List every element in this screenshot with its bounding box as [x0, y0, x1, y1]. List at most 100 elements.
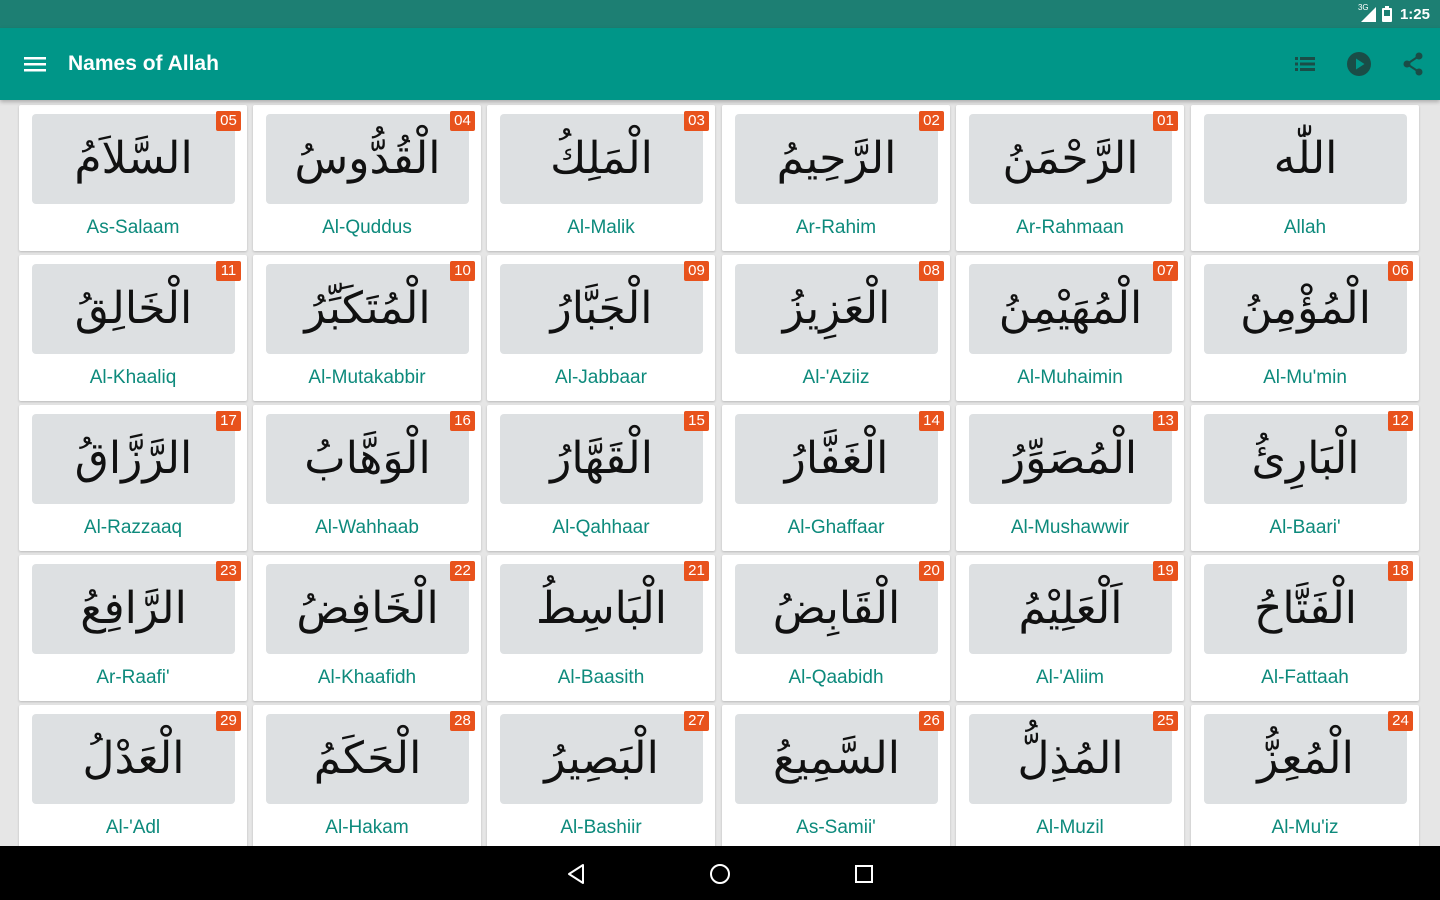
arabic-name: الْوَهَّابُ [304, 433, 431, 484]
transliteration: Ar-Rahim [795, 217, 877, 238]
arabic-name: اللّٰه [1273, 133, 1338, 184]
arabic-name: اَلْعَلِيْمُ [1018, 583, 1123, 634]
transliteration: As-Samii' [796, 817, 876, 838]
name-number-badge: 27 [684, 711, 709, 731]
transliteration: Al-Bashiir [560, 817, 642, 838]
arabic-name-panel: الْعَزِيزُ [735, 264, 938, 354]
transliteration: Ar-Rahmaan [1016, 217, 1124, 238]
name-card[interactable]: الْفَتَّاحُ 18 Al-Fattaah [1191, 555, 1419, 701]
transliteration: Al-Mutakabbir [308, 367, 426, 388]
transliteration: Al-'Adl [105, 817, 161, 838]
name-card[interactable]: الْجَبَّارُ 09 Al-Jabbaar [487, 255, 715, 401]
arabic-name-panel: الْوَهَّابُ [266, 414, 469, 504]
arabic-name: الْخَالِقُ [74, 283, 193, 334]
arabic-name: الْجَبَّارُ [550, 283, 653, 334]
name-number-badge: 21 [684, 561, 709, 581]
name-number-badge: 12 [1388, 411, 1413, 431]
name-card[interactable]: الْمُعِزُّ 24 Al-Mu'iz [1191, 705, 1419, 846]
name-number-badge: 07 [1153, 261, 1178, 281]
arabic-name-panel: الْفَتَّاحُ [1204, 564, 1407, 654]
arabic-name: الْمُعِزُّ [1257, 733, 1354, 784]
transliteration: Al-'Aziiz [802, 367, 870, 388]
arabic-name: الْبَاسِطُ [536, 583, 667, 634]
name-card[interactable]: الْبَارِئُ 12 Al-Baari' [1191, 405, 1419, 551]
name-card[interactable]: اَلْعَلِيْمُ 19 Al-'Aliim [956, 555, 1184, 701]
arabic-name: الْمُؤْمِنُ [1240, 283, 1371, 334]
name-number-badge: 14 [919, 411, 944, 431]
arabic-name-panel: الرَّافِعُ [32, 564, 235, 654]
home-icon[interactable] [706, 860, 734, 888]
name-card[interactable]: الْحَكَمُ 28 Al-Hakam [253, 705, 481, 846]
arabic-name-panel: الرَّحِيمُ [735, 114, 938, 204]
name-card[interactable]: السَّلاَمُ 05 As-Salaam [19, 105, 247, 251]
name-number-badge: 04 [450, 111, 475, 131]
arabic-name: الرَّزَّاقُ [74, 433, 193, 484]
transliteration: Al-Muzil [1036, 817, 1104, 838]
name-card[interactable]: الْخَالِقُ 11 Al-Khaaliq [19, 255, 247, 401]
name-card[interactable]: الْمُصَوِّرُ 13 Al-Mushawwir [956, 405, 1184, 551]
name-card[interactable]: الرَّزَّاقُ 17 Al-Razzaaq [19, 405, 247, 551]
transliteration: Al-Khaafidh [317, 667, 417, 688]
name-number-badge: 06 [1388, 261, 1413, 281]
name-card[interactable]: الْمُتَكَبِّرُ 10 Al-Mutakabbir [253, 255, 481, 401]
name-card[interactable]: الْمَلِكُ 03 Al-Malik [487, 105, 715, 251]
arabic-name-panel: الْحَكَمُ [266, 714, 469, 804]
app-bar: Names of Allah [0, 28, 1440, 100]
name-card[interactable]: الْعَزِيزُ 08 Al-'Aziiz [722, 255, 950, 401]
name-card[interactable]: الْبَاسِطُ 21 Al-Baasith [487, 555, 715, 701]
name-card[interactable]: الْوَهَّابُ 16 Al-Wahhaab [253, 405, 481, 551]
transliteration: Ar-Raafi' [96, 667, 170, 688]
arabic-name-panel: الْعَدْلُ [32, 714, 235, 804]
transliteration: Al-Khaaliq [89, 367, 177, 388]
name-card[interactable]: الْمُؤْمِنُ 06 Al-Mu'min [1191, 255, 1419, 401]
arabic-name-panel: الْغَفَّارُ [735, 414, 938, 504]
transliteration: Al-Mushawwir [1010, 517, 1130, 538]
arabic-name-panel: السَّمِيعُ [735, 714, 938, 804]
name-card[interactable]: الرَّافِعُ 23 Ar-Raafi' [19, 555, 247, 701]
play-icon[interactable] [1345, 50, 1373, 78]
share-icon[interactable] [1399, 50, 1427, 78]
name-card[interactable]: الرَّحْمَنُ 01 Ar-Rahmaan [956, 105, 1184, 251]
name-card[interactable]: الْقُدُّوسُ 04 Al-Quddus [253, 105, 481, 251]
arabic-name: الْغَفَّارُ [784, 433, 889, 484]
status-bar: 3G 1:25 [0, 0, 1440, 28]
arabic-name-panel: المُذِلُّ [969, 714, 1172, 804]
name-card[interactable]: الْمُهَيْمِنُ 07 Al-Muhaimin [956, 255, 1184, 401]
name-number-badge: 25 [1153, 711, 1178, 731]
name-number-badge: 13 [1153, 411, 1178, 431]
name-card[interactable]: الْقَهَّارُ 15 Al-Qahhaar [487, 405, 715, 551]
recents-icon[interactable] [850, 860, 878, 888]
arabic-name-panel: الْبَصِيرُ [500, 714, 703, 804]
name-card[interactable]: الْخَافِضُ 22 Al-Khaafidh [253, 555, 481, 701]
name-card[interactable]: الرَّحِيمُ 02 Ar-Rahim [722, 105, 950, 251]
arabic-name: الرَّحِيمُ [776, 133, 897, 184]
arabic-name: الْقَهَّارُ [550, 433, 653, 484]
list-icon[interactable] [1291, 50, 1319, 78]
name-card[interactable]: الْغَفَّارُ 14 Al-Ghaffaar [722, 405, 950, 551]
arabic-name-panel: اللّٰه [1204, 114, 1407, 204]
name-card[interactable]: اللّٰه Allah [1191, 105, 1419, 251]
arabic-name: السَّلاَمُ [74, 133, 193, 184]
arabic-name-panel: السَّلاَمُ [32, 114, 235, 204]
arabic-name-panel: الْقُدُّوسُ [266, 114, 469, 204]
transliteration: Al-Baasith [557, 667, 645, 688]
back-icon[interactable] [562, 860, 590, 888]
arabic-name-panel: الْخَافِضُ [266, 564, 469, 654]
name-card[interactable]: المُذِلُّ 25 Al-Muzil [956, 705, 1184, 846]
arabic-name-panel: الْمُؤْمِنُ [1204, 264, 1407, 354]
transliteration: Al-Malik [567, 217, 635, 238]
menu-icon[interactable] [20, 50, 52, 78]
name-card[interactable]: الْبَصِيرُ 27 Al-Bashiir [487, 705, 715, 846]
name-card[interactable]: السَّمِيعُ 26 As-Samii' [722, 705, 950, 846]
name-number-badge: 20 [919, 561, 944, 581]
arabic-name-panel: الْمُتَكَبِّرُ [266, 264, 469, 354]
arabic-name: المُذِلُّ [1017, 733, 1124, 784]
name-card[interactable]: الْقَابِضُ 20 Al-Qaabidh [722, 555, 950, 701]
name-number-badge: 09 [684, 261, 709, 281]
transliteration: Al-Qahhaar [552, 517, 650, 538]
navigation-bar [0, 846, 1440, 900]
arabic-name-panel: الْجَبَّارُ [500, 264, 703, 354]
signal-icon: 3G [1358, 3, 1376, 22]
name-card[interactable]: الْعَدْلُ 29 Al-'Adl [19, 705, 247, 846]
arabic-name-panel: اَلْعَلِيْمُ [969, 564, 1172, 654]
